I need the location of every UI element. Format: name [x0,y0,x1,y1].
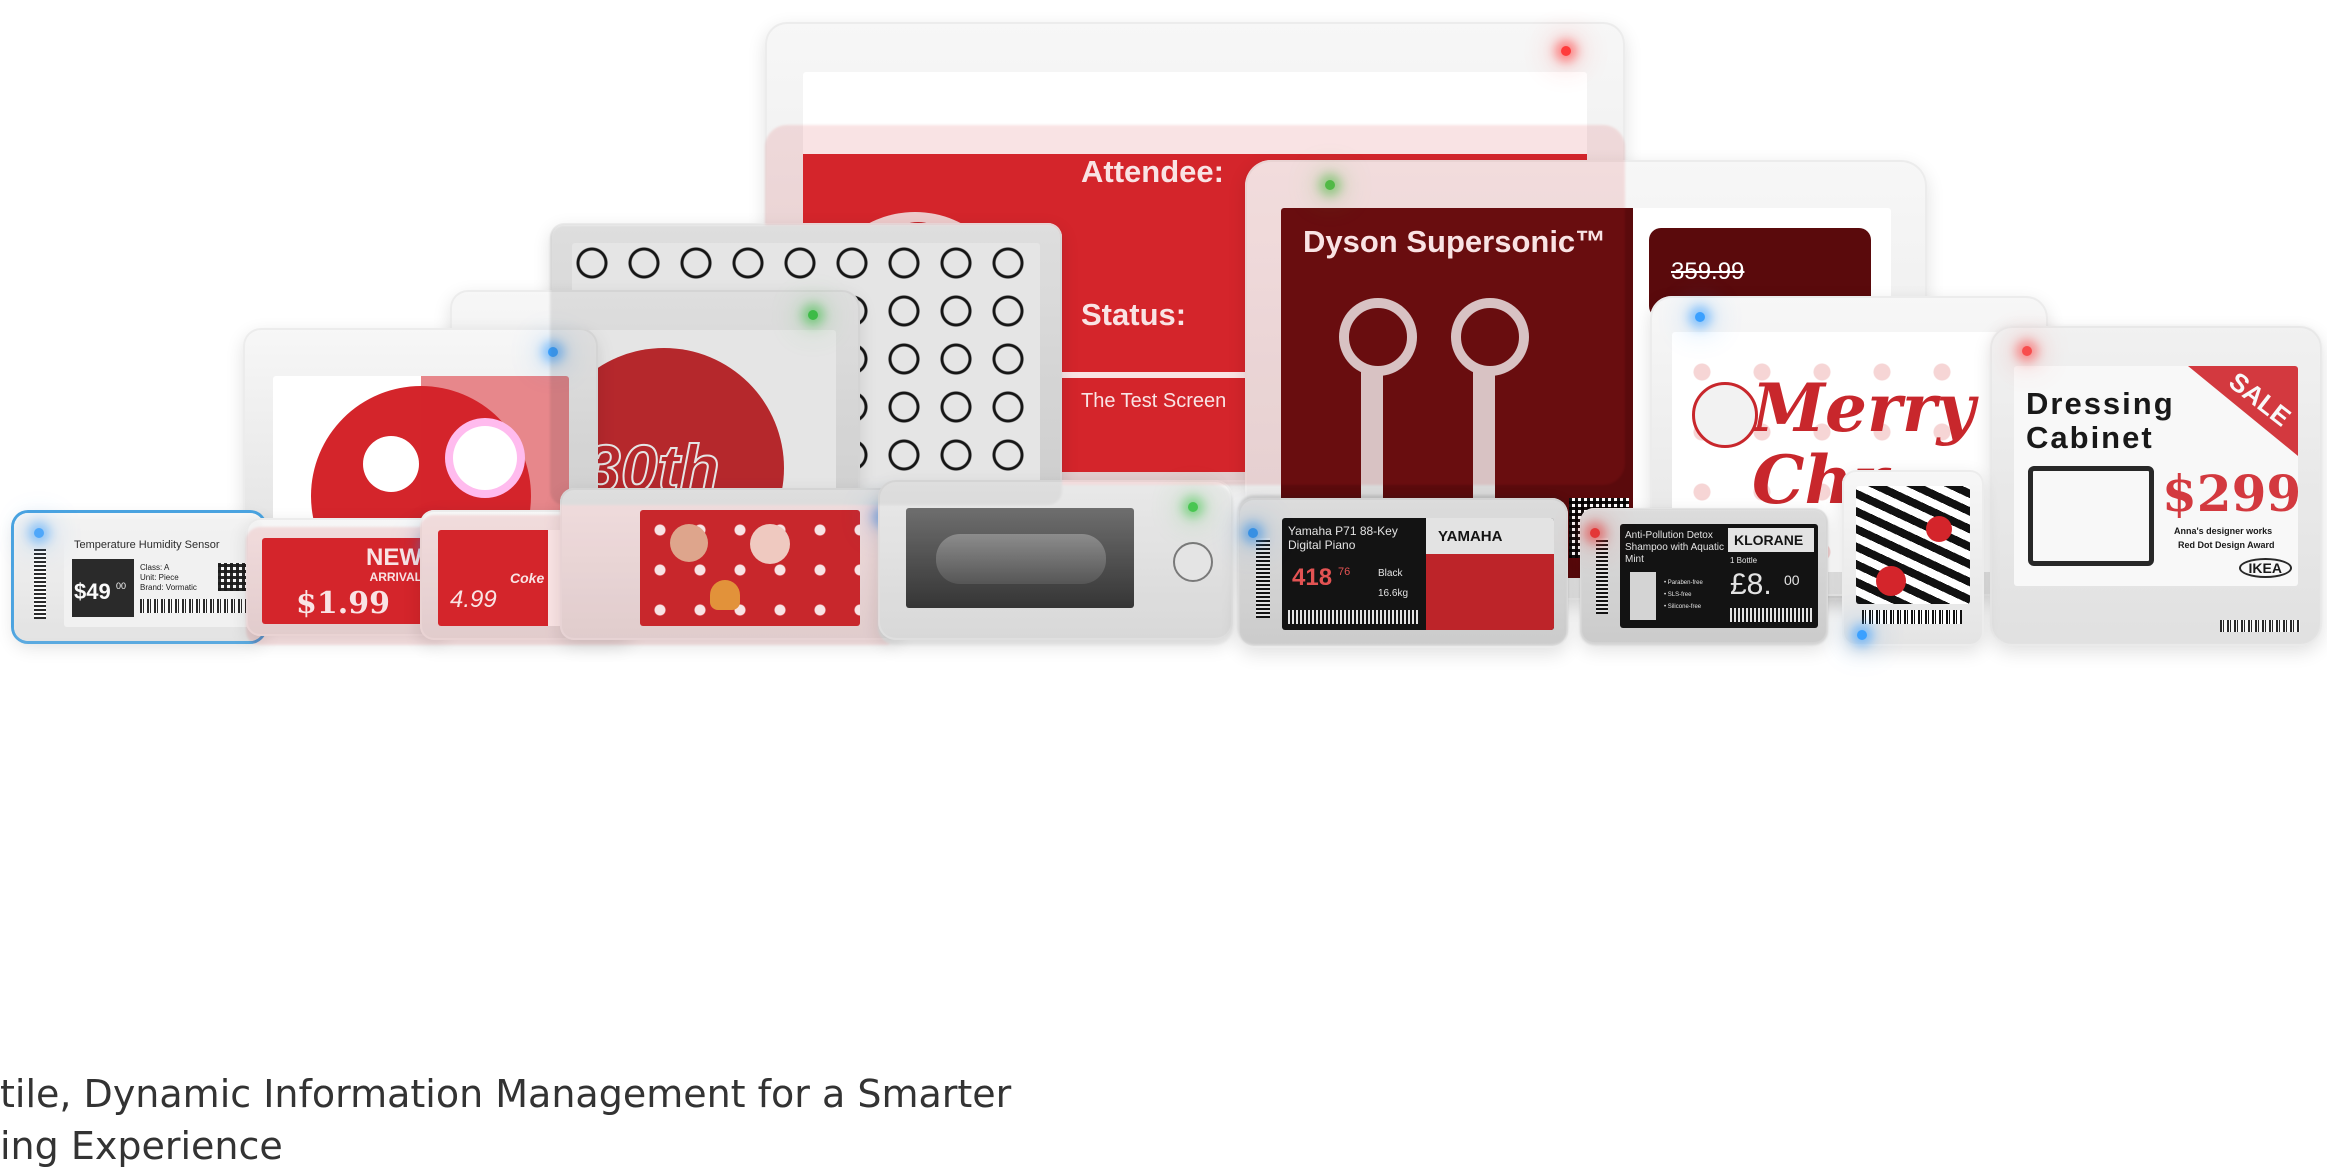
floor-reflection [0,125,2327,645]
tagline-line-2: ing Experience [0,1124,283,1168]
status-led [1561,46,1571,56]
hero-tagline: tile, Dynamic Information Management for… [0,1068,1100,1172]
tagline-line-1: tile, Dynamic Information Management for… [0,1072,1012,1116]
